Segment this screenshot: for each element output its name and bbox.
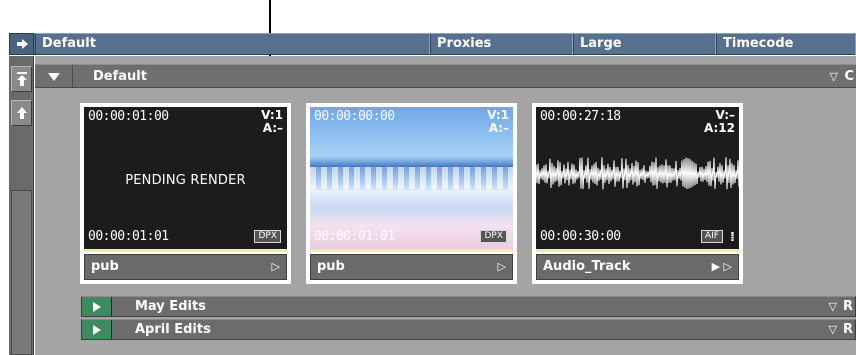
sort-triangle-icon[interactable]: ▽ — [830, 65, 838, 88]
clip-name: pub — [317, 259, 345, 274]
column-label: C — [844, 69, 854, 84]
tab-label: Default — [42, 36, 96, 51]
triangle-down-icon — [47, 72, 60, 81]
left-rail — [9, 56, 34, 355]
play-triangle-icon[interactable]: ▶ ▷ — [712, 255, 732, 279]
expand-subbin-button[interactable] — [82, 297, 112, 316]
collapse-bin-button[interactable] — [35, 65, 73, 88]
track-info: V:1 A:– — [487, 109, 509, 135]
clip-tile[interactable]: 00:00:01:00 V:1 A:– PENDING RENDER 00:00… — [80, 103, 291, 284]
play-triangle-icon — [92, 324, 101, 335]
clip-tile[interactable]: 00:00:00:00 V:1 A:– 00:00:01:01 DPX pub … — [306, 103, 517, 284]
start-timecode: 00:00:27:18 — [540, 109, 621, 124]
pending-render-label: PENDING RENDER — [125, 173, 246, 188]
end-timecode: 00:00:01:01 — [314, 229, 395, 244]
tab-timecode[interactable]: Timecode — [716, 34, 856, 55]
track-info: V:1 A:– — [261, 109, 283, 135]
clip-thumbnail[interactable]: 00:00:27:18 V:– A:12 00:00:30:00 AIF ⁞ — [536, 107, 739, 252]
sort-triangle-icon[interactable]: ▽ — [829, 297, 837, 316]
clip-name: pub — [91, 259, 119, 274]
subbin-label: May Edits — [135, 299, 206, 314]
tab-large[interactable]: Large — [573, 34, 716, 55]
tab-label: Timecode — [723, 36, 794, 51]
column-label: R — [842, 322, 853, 337]
clip-name-bar[interactable]: pub ▷ — [84, 254, 287, 280]
scroll-to-top-button[interactable] — [11, 66, 32, 92]
format-badge: AIF — [701, 230, 723, 243]
layout-tab-bar: Default Proxies Large Timecode — [9, 33, 856, 55]
scroll-track[interactable] — [11, 190, 32, 355]
clip-thumbnail[interactable]: 00:00:01:00 V:1 A:– PENDING RENDER 00:00… — [84, 107, 287, 252]
clip-thumbnail[interactable]: 00:00:00:00 V:1 A:– 00:00:01:01 DPX — [310, 107, 513, 252]
scroll-up-button[interactable] — [11, 100, 32, 126]
clip-name: Audio_Track — [543, 259, 631, 274]
tab-label: Proxies — [437, 36, 492, 51]
tab-proxies[interactable]: Proxies — [430, 34, 573, 55]
bin-title: Default — [93, 69, 147, 84]
clip-status-line — [310, 249, 513, 252]
arrow-right-icon — [16, 39, 28, 49]
format-badge: DPX — [254, 230, 281, 243]
column-label: R — [842, 299, 853, 314]
subbin-label: April Edits — [135, 322, 211, 337]
tab-default[interactable]: Default — [35, 34, 430, 55]
audio-track-count: A:– — [488, 121, 509, 135]
clip-name-bar[interactable]: Audio_Track ▶ ▷ — [536, 254, 739, 280]
scroll-up-icon — [16, 107, 27, 119]
clip-name-bar[interactable]: pub ▷ — [310, 254, 513, 280]
start-timecode: 00:00:01:00 — [88, 109, 169, 124]
subbin-april-edits[interactable]: April Edits ▽ R — [81, 319, 856, 340]
bin-header: Default ▽ C — [35, 64, 856, 88]
play-triangle-icon — [92, 301, 101, 312]
clip-tile[interactable]: 00:00:27:18 V:– A:12 00:00:30:00 AIF ⁞ A… — [532, 103, 743, 284]
play-triangle-icon[interactable]: ▷ — [272, 255, 280, 279]
clip-status-line — [84, 249, 287, 252]
format-badge: DPX — [480, 230, 507, 243]
clip-status-line — [536, 249, 739, 252]
subbin-may-edits[interactable]: May Edits ▽ R — [81, 296, 856, 317]
expand-subbin-button[interactable] — [82, 320, 112, 339]
sort-triangle-icon[interactable]: ▽ — [829, 320, 837, 339]
play-triangle-icon[interactable]: ▷ — [498, 255, 506, 279]
scroll-top-icon — [16, 72, 27, 86]
next-arrow-button[interactable] — [9, 33, 34, 55]
track-info: V:– A:12 — [704, 109, 735, 135]
audio-track-count: A:12 — [703, 121, 735, 135]
end-timecode: 00:00:30:00 — [540, 229, 621, 244]
tab-label: Large — [580, 36, 622, 51]
start-timecode: 00:00:00:00 — [314, 109, 395, 124]
end-timecode: 00:00:01:01 — [88, 229, 169, 244]
audio-bars-icon: ⁞ — [730, 230, 735, 245]
audio-waveform-icon — [536, 157, 739, 190]
audio-track-count: A:– — [262, 121, 283, 135]
